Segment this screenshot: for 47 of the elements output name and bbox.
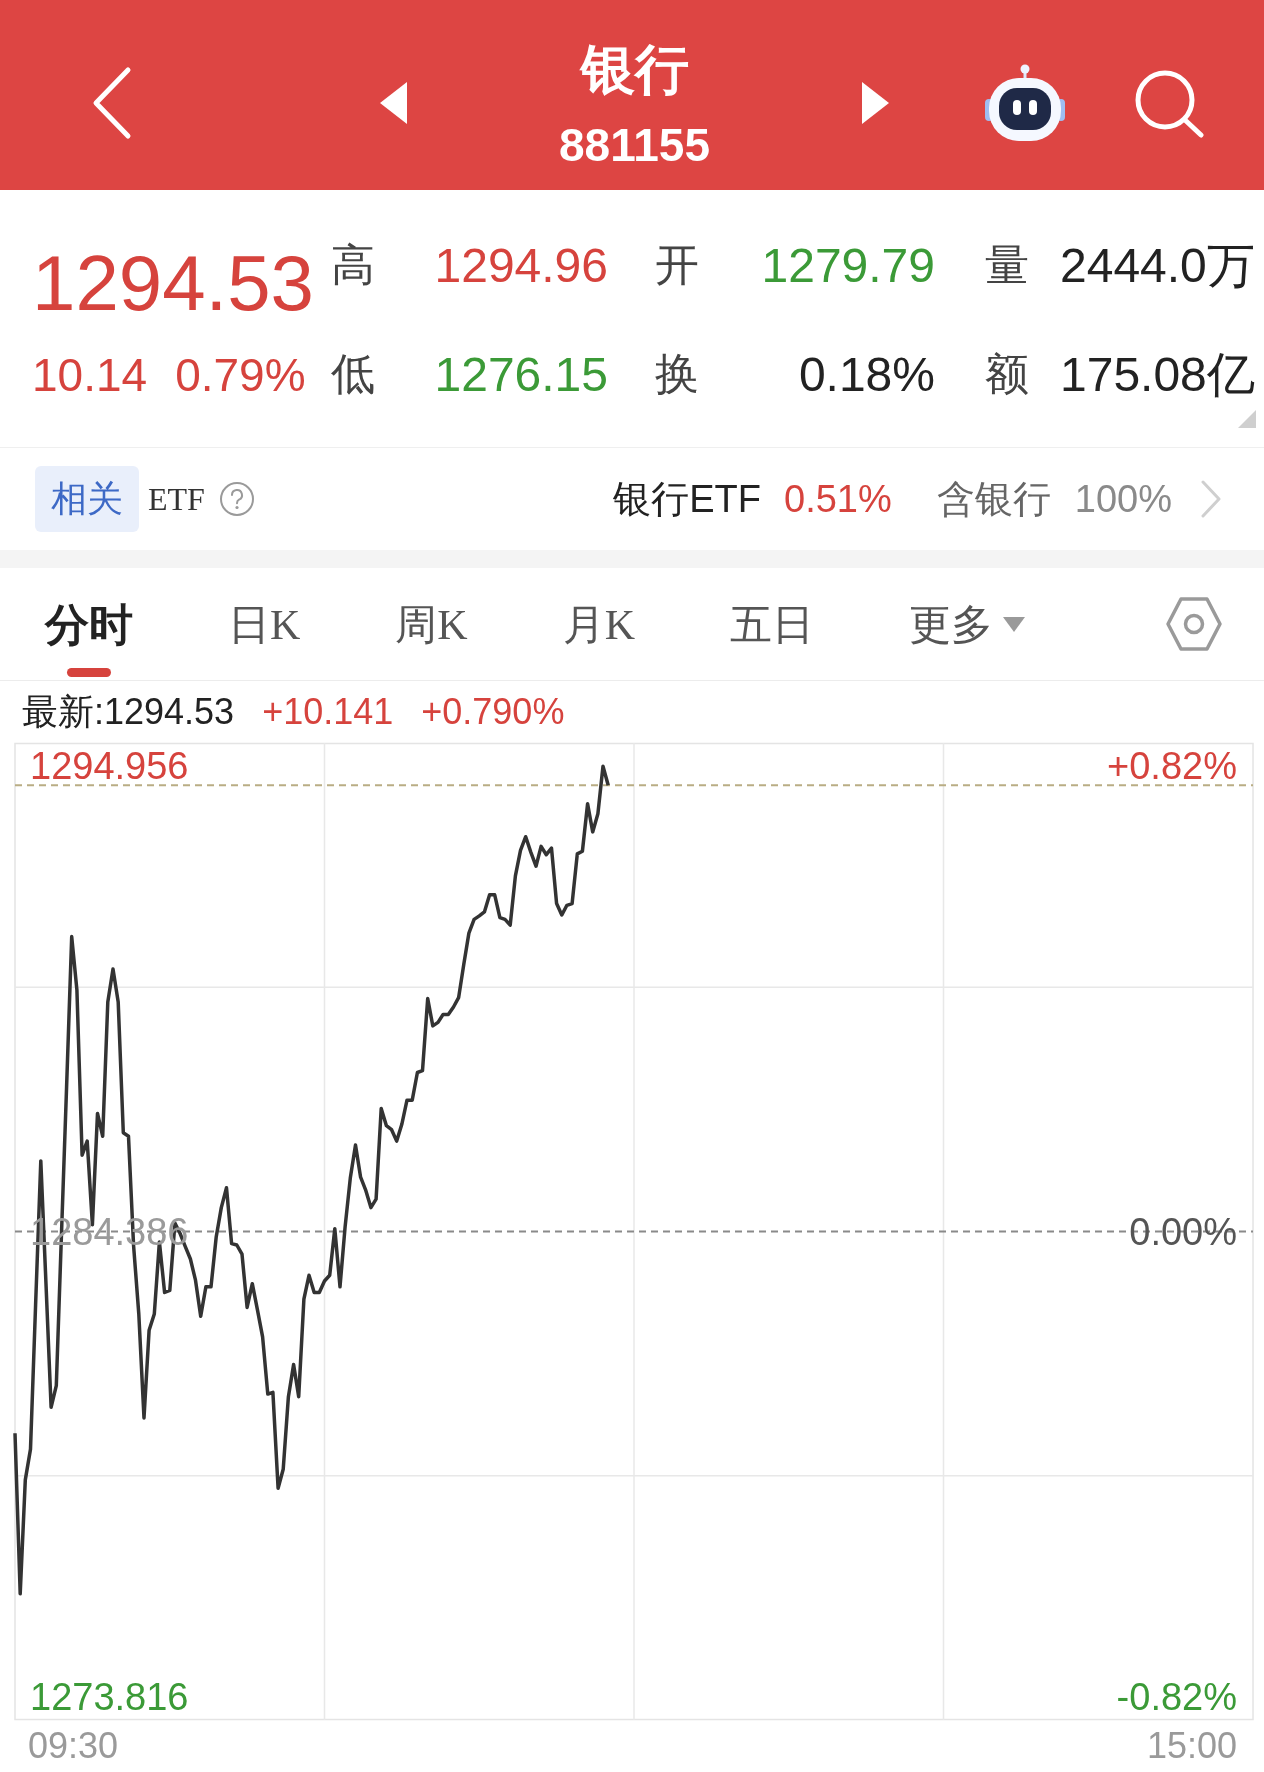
fund-change: 0.51% [784, 477, 892, 521]
chart-tab[interactable]: 五日 [730, 568, 815, 680]
settings-icon[interactable] [1166, 596, 1222, 652]
stat-label: 量 [985, 244, 1029, 288]
axis-label: 1273.816 [30, 1676, 189, 1717]
time-label: 15:00 [1146, 1725, 1237, 1767]
stat-label: 高 [331, 244, 375, 288]
percent-label: -0.82% [1116, 1676, 1237, 1717]
change-percent: +0.790% [421, 691, 565, 733]
related-tag[interactable]: 相关 [35, 466, 139, 532]
stat-value: 2444.0万 [1060, 242, 1255, 290]
stat-value: 1279.79 [761, 242, 935, 290]
stock-code: 881155 [559, 122, 710, 168]
right-caret-icon[interactable] [862, 82, 889, 124]
stat-label: 开 [655, 244, 699, 288]
time-label: 09:30 [28, 1725, 119, 1767]
axis-label: 1294.956 [30, 746, 189, 787]
stat-label: 额 [985, 353, 1029, 397]
chart-tab[interactable]: 日K [228, 568, 301, 680]
latest-price-label: 最新:1294.53 [22, 689, 235, 734]
change-percent: 0.79% [175, 352, 306, 398]
stat-label: 低 [331, 353, 375, 397]
stat-value: 1276.15 [434, 351, 608, 399]
robot-icon[interactable] [985, 63, 1065, 143]
stat-value: 175.08亿 [1060, 351, 1255, 399]
percent-label: +0.82% [1107, 746, 1237, 787]
chart-tab[interactable]: 更多 [909, 568, 1026, 680]
chart-tab[interactable]: 分时 [45, 568, 133, 680]
last-price: 1294.53 [32, 244, 314, 322]
chart-tab[interactable]: 周K [395, 568, 468, 680]
stat-label: 换 [655, 353, 699, 397]
stat-value: 1294.96 [434, 242, 608, 290]
dropdown-caret-icon [1003, 617, 1026, 633]
left-caret-icon[interactable] [380, 82, 407, 124]
help-icon[interactable] [218, 481, 255, 517]
chart-tab[interactable]: 月K [562, 568, 636, 680]
price-change: +10.141 [262, 691, 394, 733]
stat-value: 0.18% [798, 351, 935, 399]
percent-label: 0.00% [1129, 1211, 1237, 1252]
fund-name[interactable]: 银行ETF [613, 473, 762, 525]
price-change: 10.14 [32, 352, 148, 398]
tab-underline [67, 668, 111, 677]
etf-label: ETF [148, 480, 205, 518]
holding-value: 100% [1074, 477, 1172, 521]
page-title: 银行 [580, 38, 689, 100]
search-icon[interactable] [1133, 68, 1205, 138]
holding-label: 含银行 [936, 476, 1051, 522]
